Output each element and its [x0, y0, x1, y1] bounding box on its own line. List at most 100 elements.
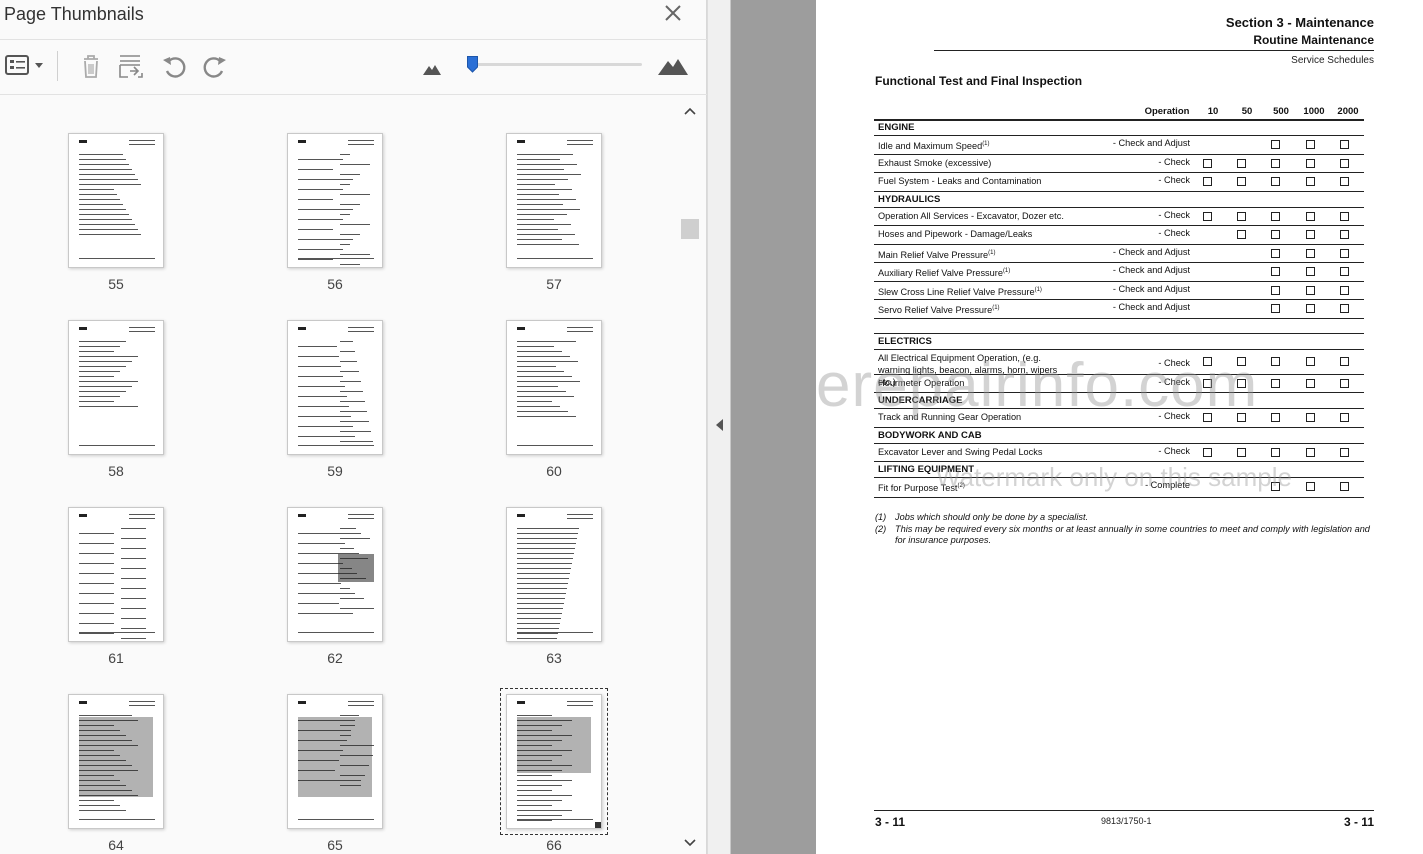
- thumbnail-footer-line: [517, 258, 593, 259]
- thumbnail-text-line: [121, 528, 146, 529]
- thumbnail-page-number[interactable]: 61: [68, 650, 164, 666]
- zoom-slider-thumb[interactable]: [467, 56, 478, 73]
- delete-icon[interactable]: [76, 51, 106, 81]
- thumbnail-text-line: [517, 386, 558, 387]
- page-thumbnail[interactable]: [287, 694, 383, 829]
- thumbnail-logo: [517, 701, 525, 704]
- thumbnail-page-number[interactable]: 65: [287, 837, 383, 853]
- table-rule: [874, 243, 1364, 245]
- thumbnail-page-number[interactable]: 56: [287, 276, 383, 292]
- thumbnail-text-line: [79, 613, 114, 614]
- zoom-in-mountain-icon[interactable]: [656, 51, 690, 81]
- thumbnail-text-line: [340, 254, 370, 255]
- panel-divider[interactable]: [707, 0, 731, 854]
- table-rule: [874, 262, 1364, 263]
- collapse-panel-icon[interactable]: [714, 418, 726, 432]
- thumbnail-text-line: [298, 189, 343, 190]
- scroll-up-icon[interactable]: [681, 104, 699, 118]
- page-thumbnail[interactable]: [68, 694, 164, 829]
- thumbnail-text-line: [298, 406, 349, 407]
- page-thumbnail[interactable]: [287, 507, 383, 642]
- thumbnail-text-line: [298, 169, 333, 170]
- thumbnail-text-line: [517, 194, 559, 195]
- options-menu-icon[interactable]: [4, 51, 46, 81]
- extract-page-icon[interactable]: [116, 51, 146, 81]
- thumbnail-logo: [79, 514, 87, 517]
- thumbnail-text-line: [340, 588, 350, 589]
- thumbnail-text-line: [517, 416, 576, 417]
- page-thumbnail[interactable]: [287, 320, 383, 455]
- thumbnail-text-line: [348, 514, 374, 515]
- document-view: Section 3 - Maintenance Routine Maintena…: [731, 0, 1423, 854]
- thumbnail-text-line: [121, 538, 146, 539]
- close-icon[interactable]: [662, 2, 684, 24]
- thumbnail-text-line: [129, 327, 155, 328]
- thumbnail-text-line: [121, 548, 146, 549]
- thumbnail-text-line: [298, 219, 343, 220]
- thumbnail-logo: [517, 514, 525, 517]
- thumbnail-text-line: [79, 356, 138, 357]
- thumbnail-page-number[interactable]: 63: [506, 650, 602, 666]
- page-thumbnail[interactable]: [506, 320, 602, 455]
- thumbnail-scrollbar[interactable]: [681, 96, 699, 854]
- page-thumbnail[interactable]: [506, 507, 602, 642]
- thumbnail-text-line: [517, 790, 552, 791]
- scroll-thumb[interactable]: [681, 219, 699, 239]
- page-thumbnail[interactable]: [68, 507, 164, 642]
- thumbnail-text-line: [340, 401, 365, 402]
- thumbnail-text-line: [517, 553, 574, 554]
- page-thumbnail[interactable]: [68, 320, 164, 455]
- thumbnail-text-line: [517, 341, 576, 342]
- thumbnail-text-line: [567, 140, 593, 141]
- interval-checkbox: [1237, 211, 1246, 221]
- thumbnail-logo: [79, 140, 87, 143]
- interval-checkbox: [1340, 413, 1349, 422]
- thumbnail-footer-line: [517, 632, 593, 633]
- interval-checkbox: [1271, 356, 1280, 366]
- thumbnail-page-number[interactable]: 62: [287, 650, 383, 666]
- thumbnail-page-number[interactable]: 64: [68, 837, 164, 853]
- rotate-right-icon[interactable]: [200, 51, 230, 81]
- thumbnail-logo: [79, 701, 87, 704]
- page-thumbnail[interactable]: [500, 688, 608, 835]
- selection-marker: [595, 822, 601, 828]
- thumbnail-zoom-slider[interactable]: [468, 63, 642, 66]
- thumbnail-text-line: [121, 608, 146, 609]
- thumbnail-page-number[interactable]: 57: [506, 276, 602, 292]
- thumbnail-text-line: [340, 164, 370, 165]
- thumbnail-text-line: [517, 396, 574, 397]
- page-thumbnail[interactable]: [506, 133, 602, 268]
- page-thumbnail[interactable]: [287, 133, 383, 268]
- interval-checkbox: [1340, 248, 1349, 258]
- rotate-left-icon[interactable]: [159, 51, 189, 81]
- interval-checkbox: [1271, 230, 1280, 239]
- page-thumbnail[interactable]: [68, 133, 164, 268]
- group-heading: ENGINE: [878, 122, 915, 133]
- thumbnail-logo: [298, 701, 306, 704]
- thumbnail-text-line: [121, 558, 146, 559]
- thumbnail-footer-line: [298, 819, 374, 820]
- thumbnail-text-line: [298, 583, 341, 584]
- panel-title: Page Thumbnails: [4, 4, 144, 24]
- interval-checkbox: [1306, 447, 1315, 457]
- thumbnail-page-number[interactable]: 59: [287, 463, 383, 479]
- thumbnail-page-number[interactable]: 60: [506, 463, 602, 479]
- table-rule: [874, 496, 1364, 498]
- group-heading: BODYWORK AND CAB: [878, 429, 982, 441]
- thumbnail-text-line: [340, 431, 371, 432]
- interval-checkbox: [1271, 211, 1280, 221]
- interval-checkbox: [1271, 140, 1280, 149]
- thumbnail-text-line: [348, 140, 374, 141]
- scroll-down-icon[interactable]: [681, 836, 699, 850]
- column-header-500: 500: [1273, 106, 1289, 117]
- thumbnail-text-line: [79, 154, 123, 155]
- zoom-out-mountain-icon[interactable]: [421, 51, 443, 81]
- thumbnail-text-line: [79, 810, 126, 811]
- thumbnail-text-line: [129, 144, 155, 145]
- table-rule: [874, 225, 1364, 226]
- thumbnail-page-number[interactable]: 66: [506, 837, 602, 853]
- thumbnail-page-number[interactable]: 55: [68, 276, 164, 292]
- thumbnail-page-number[interactable]: 58: [68, 463, 164, 479]
- item-text: Main Relief Valve Pressure: [878, 249, 989, 260]
- thumbnail-text-line: [79, 159, 126, 160]
